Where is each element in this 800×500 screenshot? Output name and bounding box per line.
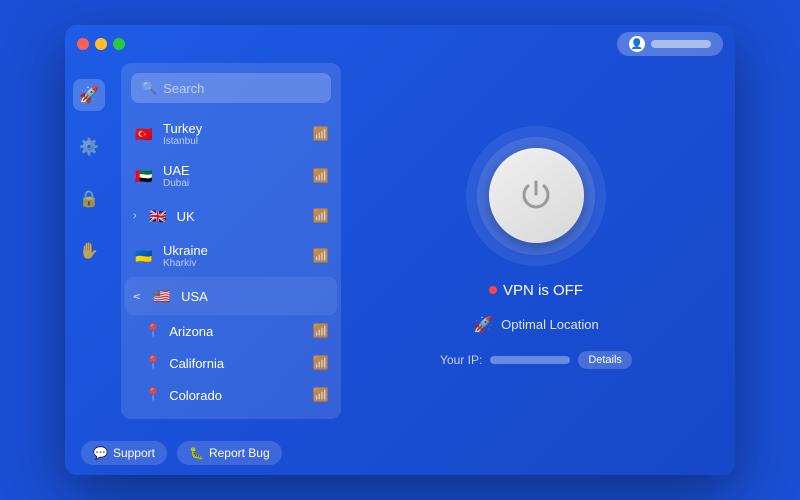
ip-masked [490,356,570,364]
sidebar: 🚀 ⚙️ 🔒 ✋ [65,63,113,431]
sub-name-arizona: Arizona [169,324,305,339]
server-name-turkey: Turkey [163,121,305,136]
flag-turkey: 🇹🇷 [133,123,155,145]
vpn-status: VPN is OFF [489,282,583,299]
chevron-usa: ∨ [131,292,144,300]
bug-icon: 🐛 [189,446,204,460]
sidebar-icon-shield[interactable]: 🔒 [73,183,105,215]
list-panel: 🔍 🇹🇷 Turkey Istanbul 📶 [121,63,341,419]
report-label: Report Bug [209,446,270,460]
minimize-button[interactable] [95,38,107,50]
traffic-lights [77,38,125,50]
app-window: 👤 🚀 ⚙️ 🔒 ✋ 🔍 🇹🇷 [65,25,735,475]
support-icon: 💬 [93,446,108,460]
server-info-turkey: Turkey Istanbul [163,121,305,147]
sub-name-colorado: Colorado [169,388,305,403]
signal-california: 📶 [313,355,329,371]
report-bug-button[interactable]: 🐛 Report Bug [177,441,282,465]
optimal-location: 🚀 Optimal Location [473,315,598,335]
server-item-usa[interactable]: ∨ 🇺🇸 USA [125,277,337,315]
server-list: 🇹🇷 Turkey Istanbul 📶 🇦🇪 UAE Dubai [121,113,341,419]
sub-item-california[interactable]: 📍 California 📶 [125,347,337,379]
server-name-uae: UAE [163,163,305,178]
pin-icon-colorado: 📍 [145,387,161,403]
details-button[interactable]: Details [578,351,632,369]
sub-info-arizona: Arizona [169,324,305,339]
server-item-uk[interactable]: › 🇬🇧 UK 📶 [125,197,337,235]
server-name-uk: UK [177,209,305,224]
server-name-usa: USA [181,289,329,304]
power-button-middle [477,137,595,255]
sidebar-icon-speed[interactable]: 🚀 [73,79,105,111]
power-symbol-icon [516,176,556,216]
ip-label: Your IP: [440,353,482,367]
bottom-bar: 💬 Support 🐛 Report Bug [65,431,735,475]
rocket-icon: 🚀 [473,315,493,335]
sub-info-colorado: Colorado [169,388,305,403]
server-city-ukraine: Kharkiv [163,258,305,269]
chevron-uk: › [133,210,137,222]
sub-item-arizona[interactable]: 📍 Arizona 📶 [125,315,337,347]
status-dot [489,286,497,294]
server-info-uae: UAE Dubai [163,163,305,189]
main-content: 🚀 ⚙️ 🔒 ✋ 🔍 🇹🇷 Turkey Istanbu [65,63,735,431]
power-button-inner [489,148,584,243]
signal-turkey: 📶 [313,126,329,142]
inner-layout: 🔍 🇹🇷 Turkey Istanbul 📶 [113,63,735,431]
signal-uae: 📶 [313,168,329,184]
optimal-location-label: Optimal Location [501,317,599,332]
vpn-status-label: VPN is OFF [503,282,583,299]
user-icon: 👤 [629,36,645,52]
power-button[interactable] [466,126,606,266]
search-icon: 🔍 [141,80,157,96]
server-info-usa: USA [181,289,329,304]
sidebar-icon-settings[interactable]: ⚙️ [73,131,105,163]
server-info-uk: UK [177,209,305,224]
sub-name-california: California [169,356,305,371]
signal-arizona: 📶 [313,323,329,339]
sidebar-icon-hand[interactable]: ✋ [73,235,105,267]
flag-uae: 🇦🇪 [133,165,155,187]
support-button[interactable]: 💬 Support [81,441,167,465]
pin-icon-arizona: 📍 [145,323,161,339]
flag-usa: 🇺🇸 [151,285,173,307]
server-item-ukraine[interactable]: 🇺🇦 Ukraine Kharkiv 📶 [125,235,337,277]
support-label: Support [113,446,155,460]
close-button[interactable] [77,38,89,50]
pin-icon-california: 📍 [145,355,161,371]
server-city-uae: Dubai [163,178,305,189]
flag-ukraine: 🇺🇦 [133,245,155,267]
search-input[interactable] [163,81,321,96]
signal-uk: 📶 [313,208,329,224]
flag-uk: 🇬🇧 [147,205,169,227]
server-item-uae[interactable]: 🇦🇪 UAE Dubai 📶 [125,155,337,197]
sub-info-california: California [169,356,305,371]
maximize-button[interactable] [113,38,125,50]
sub-item-colorado[interactable]: 📍 Colorado 📶 [125,379,337,411]
server-name-ukraine: Ukraine [163,243,305,258]
signal-colorado: 📶 [313,387,329,403]
server-info-ukraine: Ukraine Kharkiv [163,243,305,269]
right-panel: VPN is OFF 🚀 Optimal Location Your IP: D… [345,63,727,431]
server-item-turkey[interactable]: 🇹🇷 Turkey Istanbul 📶 [125,113,337,155]
search-bar[interactable]: 🔍 [131,73,331,103]
sub-item-florida[interactable]: 📍 Florida 📶 [125,411,337,419]
ip-row: Your IP: Details [440,351,632,369]
title-bar: 👤 [65,25,735,63]
user-badge[interactable]: 👤 [617,32,723,56]
server-city-turkey: Istanbul [163,136,305,147]
signal-ukraine: 📶 [313,248,329,264]
user-name-masked [651,40,711,48]
